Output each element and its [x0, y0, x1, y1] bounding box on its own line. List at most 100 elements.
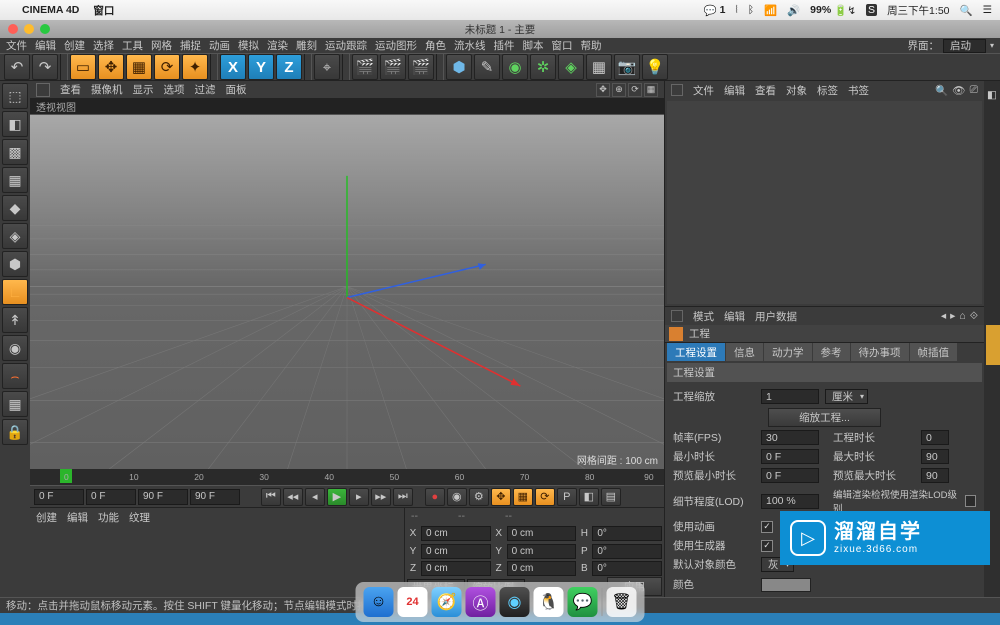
rotate-button[interactable]: ⟳ [154, 54, 180, 80]
m-file[interactable]: 文件 [6, 38, 27, 53]
key-scale-button[interactable]: ▦ [513, 488, 533, 506]
m-script[interactable]: 脚本 [523, 38, 544, 53]
restore-icon[interactable] [671, 310, 683, 322]
chevron-down-icon[interactable]: ▾ [990, 41, 994, 50]
next-key-button[interactable]: ▸▸ [371, 488, 391, 506]
y-lock-button[interactable]: Y [248, 54, 274, 80]
m-window[interactable]: 窗口 [552, 38, 573, 53]
environment-button[interactable]: ▦ [586, 54, 612, 80]
vp-pan-icon[interactable]: ✥ [596, 83, 610, 97]
texture-mode-button[interactable]: ▩ [2, 139, 28, 165]
snap-settings-button[interactable]: ⌢ [2, 363, 28, 389]
camera-button[interactable]: 📷 [614, 54, 640, 80]
battery-status[interactable]: 99% 🔋↯ [810, 4, 856, 17]
close-icon[interactable] [8, 24, 18, 34]
volume-icon[interactable]: 🔊 [787, 4, 800, 17]
m-track[interactable]: 运动跟踪 [325, 38, 367, 53]
goto-end-button[interactable]: ⏭ [393, 488, 413, 506]
vm-filter[interactable]: 过滤 [195, 82, 216, 97]
dock-trash-icon[interactable]: 🗑 [607, 587, 637, 617]
maximize-icon[interactable] [40, 24, 50, 34]
m-edit[interactable]: 编辑 [35, 38, 56, 53]
minimize-icon[interactable] [24, 24, 34, 34]
object-tree[interactable] [667, 101, 982, 304]
m-tools[interactable]: 工具 [122, 38, 143, 53]
fld-scale[interactable]: 1 [761, 389, 819, 404]
pos-x[interactable]: 0 cm [421, 526, 491, 541]
size-z[interactable]: 0 cm [507, 561, 577, 576]
m-char[interactable]: 角色 [425, 38, 446, 53]
traffic-lights[interactable] [8, 24, 50, 34]
bt-texture[interactable]: 纹理 [129, 510, 150, 525]
om-bookmark[interactable]: 书签 [848, 83, 869, 98]
am-edit[interactable]: 编辑 [724, 309, 745, 324]
cb-anim[interactable]: ✓ [761, 521, 773, 533]
menu-icon[interactable]: ☰ [983, 4, 992, 16]
btn-scale-project[interactable]: 缩放工程... [768, 408, 881, 427]
z-lock-button[interactable]: Z [276, 54, 302, 80]
key-param-button[interactable]: P [557, 488, 577, 506]
om-view[interactable]: 查看 [755, 83, 776, 98]
tab-info[interactable]: 信息 [726, 343, 763, 361]
cb-lod[interactable] [965, 495, 976, 507]
key-sel-button[interactable]: ▤ [601, 488, 621, 506]
tab-project[interactable]: 工程设置 [667, 343, 725, 361]
dock-c4d-icon[interactable]: ◉ [500, 587, 530, 617]
menu-window[interactable]: 窗口 [93, 3, 114, 18]
fld-unit[interactable]: 厘米 [825, 389, 868, 404]
fld-min[interactable]: 0 F [761, 449, 819, 464]
vm-display[interactable]: 显示 [133, 82, 154, 97]
m-render[interactable]: 渲染 [267, 38, 288, 53]
cube-button[interactable]: ⬢ [446, 54, 472, 80]
m-mograph[interactable]: 运动图形 [375, 38, 417, 53]
search-icon[interactable]: 🔍 [935, 84, 948, 97]
nav-up-icon[interactable]: ⌂ [959, 310, 965, 323]
tab-dyn[interactable]: 动力学 [764, 343, 812, 361]
om-tag[interactable]: 标签 [817, 83, 838, 98]
wifi-icon[interactable]: 📶 [764, 4, 777, 17]
snap-enable-button[interactable]: ◉ [2, 335, 28, 361]
next-frame-button[interactable]: ▸ [349, 488, 369, 506]
color-swatch[interactable] [761, 578, 811, 592]
tab-ref[interactable]: 参考 [813, 343, 850, 361]
prev-frame-button[interactable]: ◂ [305, 488, 325, 506]
coord-button[interactable]: ⌖ [314, 54, 340, 80]
bt-edit[interactable]: 编辑 [67, 510, 88, 525]
fld-dur[interactable]: 0 [921, 430, 949, 445]
wechat-icon[interactable]: 💬 1 [704, 4, 726, 17]
rot-b[interactable]: 0° [592, 561, 662, 576]
light-button[interactable]: 💡 [642, 54, 668, 80]
vm-view[interactable]: 查看 [60, 82, 81, 97]
cb-gen[interactable]: ✓ [761, 540, 773, 552]
vp-zoom-icon[interactable]: ⊕ [612, 83, 626, 97]
record-button[interactable]: ● [425, 488, 445, 506]
vp-orbit-icon[interactable]: ⟳ [628, 83, 642, 97]
prev-key-button[interactable]: ◂◂ [283, 488, 303, 506]
render-button[interactable]: 🎬 [352, 54, 378, 80]
vm-panel[interactable]: 面板 [226, 82, 247, 97]
tweak-button[interactable]: ↟ [2, 307, 28, 333]
frame-end[interactable]: 90 F [138, 489, 188, 505]
fld-lod[interactable]: 100 % [761, 494, 819, 509]
eye-icon[interactable]: 👁 [952, 84, 965, 97]
generator-button[interactable]: ✲ [530, 54, 556, 80]
frame-end2[interactable]: 90 F [190, 489, 240, 505]
make-editable-button[interactable]: ⬚ [2, 83, 28, 109]
select-button[interactable]: ▭ [70, 54, 96, 80]
nurbs-button[interactable]: ◉ [502, 54, 528, 80]
edge-mode-button[interactable]: ◈ [2, 223, 28, 249]
rot-p[interactable]: 0° [592, 544, 662, 559]
nav-fwd-icon[interactable]: ▸ [950, 310, 955, 323]
dock-appstore-icon[interactable]: Ⓐ [466, 587, 496, 617]
dock-qq-icon[interactable]: 🐧 [534, 587, 564, 617]
nav-back-icon[interactable]: ◂ [941, 310, 946, 323]
om-file[interactable]: 文件 [693, 83, 714, 98]
workplane-settings-button[interactable]: ▦ [2, 391, 28, 417]
m-pipe[interactable]: 流水线 [454, 38, 486, 53]
undo-button[interactable]: ↶ [4, 54, 30, 80]
filter-icon[interactable]: ⎚ [970, 84, 978, 97]
bluetooth-icon[interactable]: ᛒ [748, 4, 754, 16]
recent-button[interactable]: ✦ [182, 54, 208, 80]
layout-dropdown[interactable]: 启动 [943, 39, 986, 53]
bt-func[interactable]: 功能 [98, 510, 119, 525]
